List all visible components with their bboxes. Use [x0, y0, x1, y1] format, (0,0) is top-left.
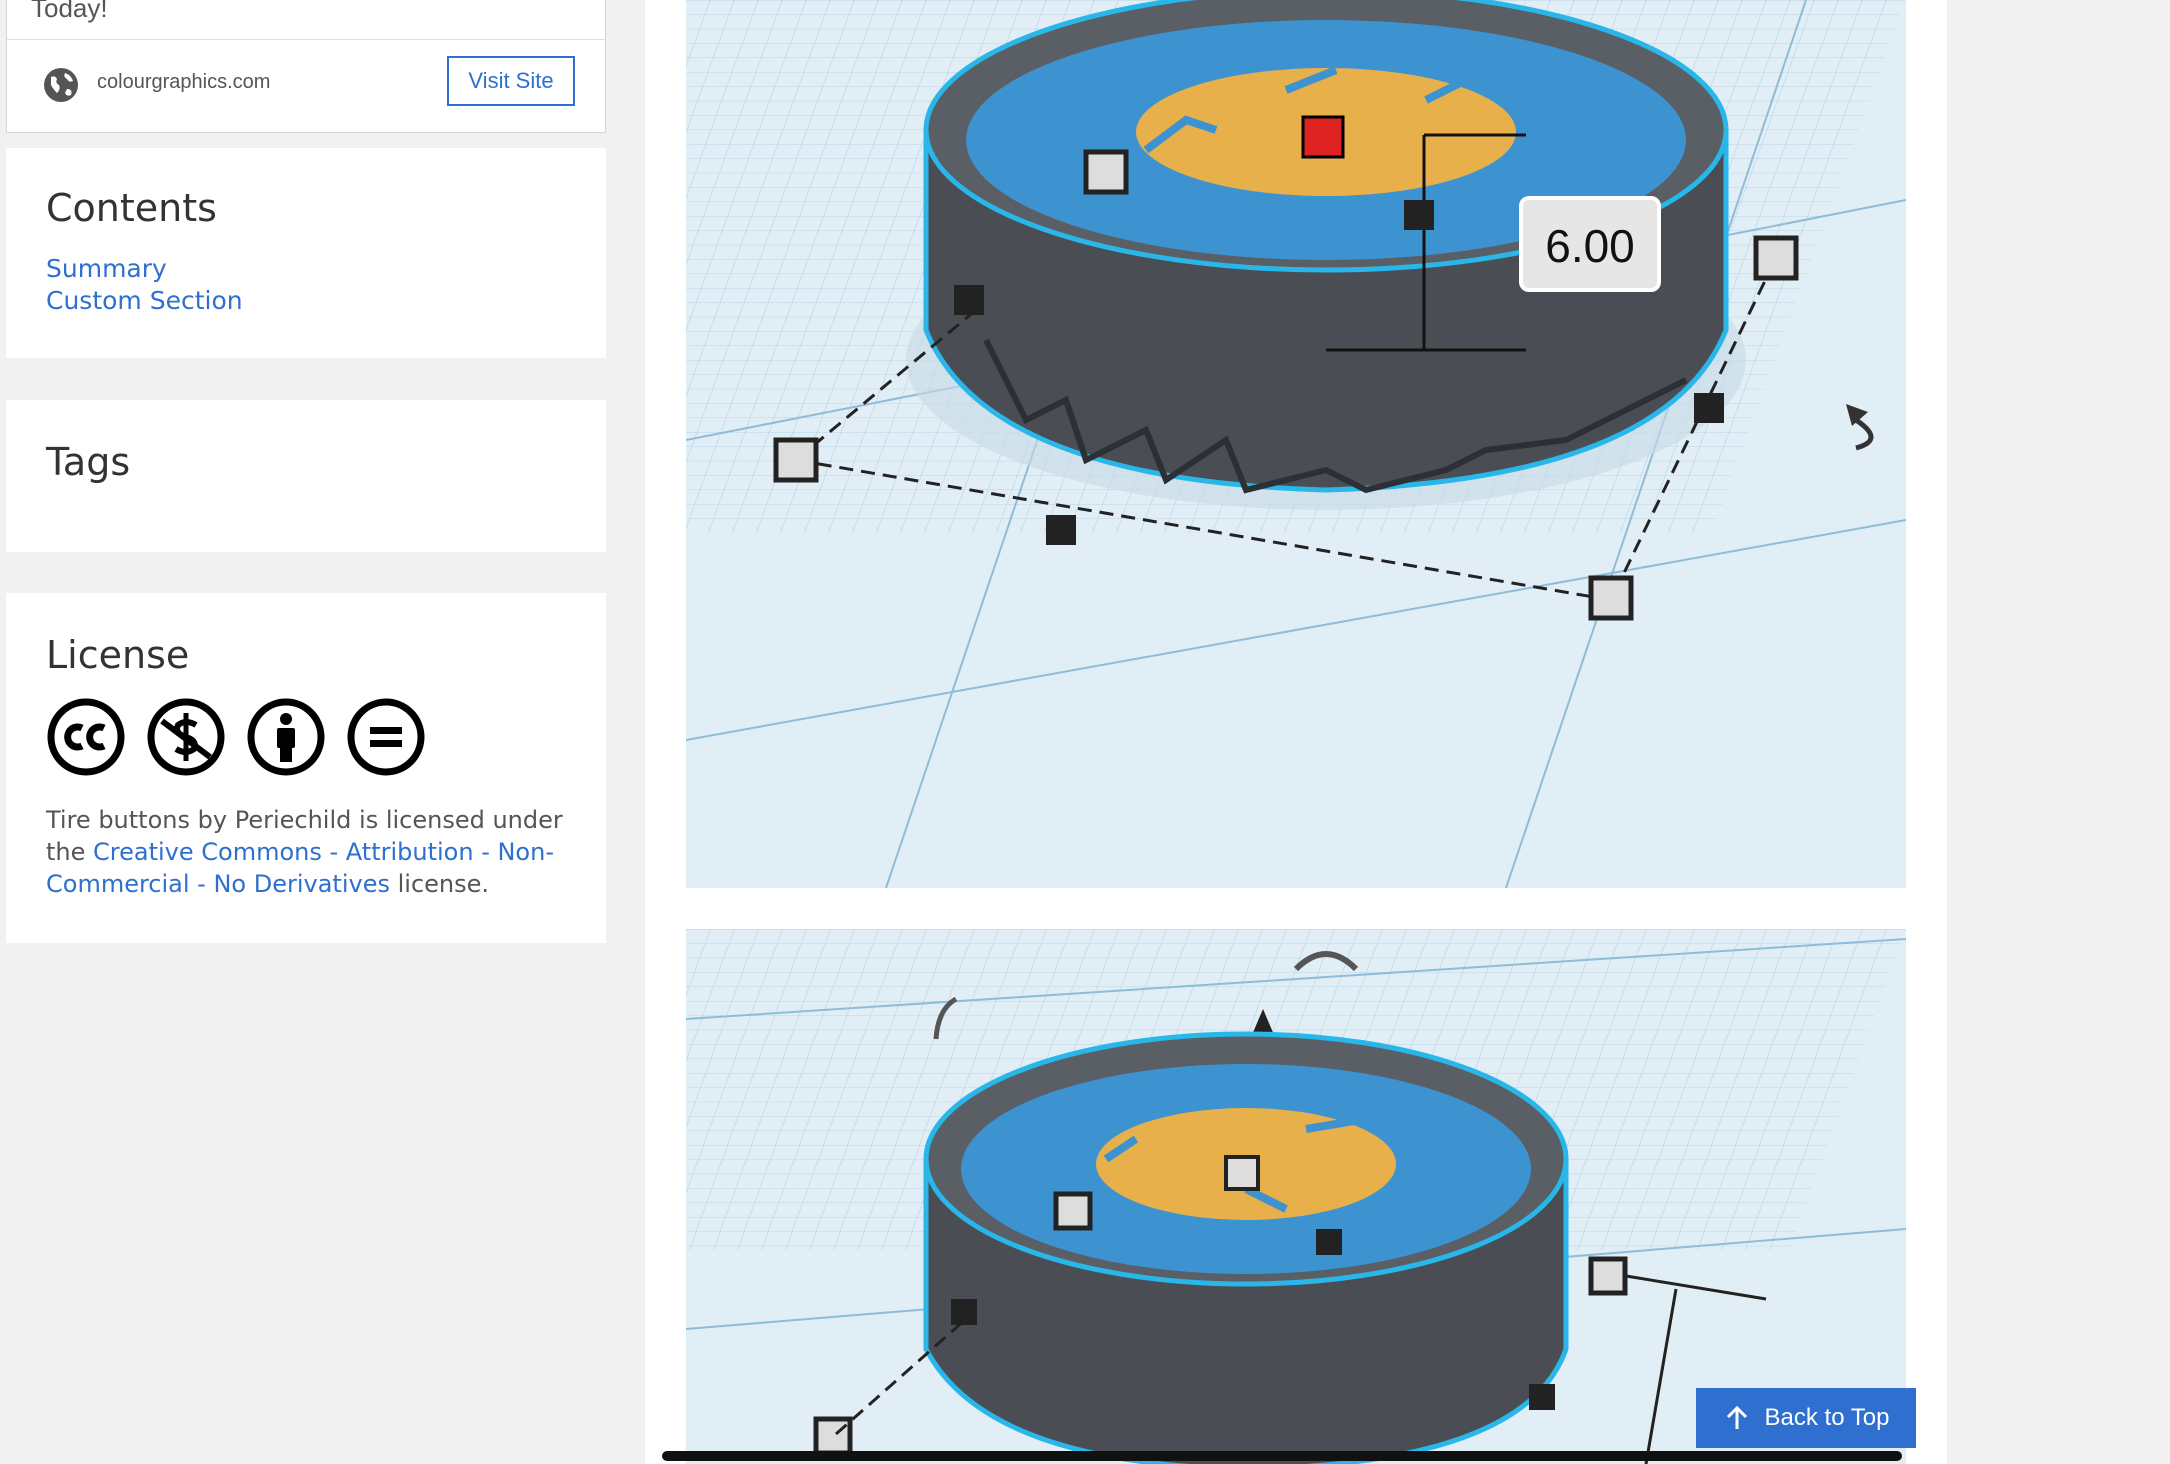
sponsor-card: Today! colourgraphics.com Visit Site: [6, 0, 606, 133]
horizontal-scrollbar[interactable]: [662, 1451, 1902, 1461]
sponsor-text: Today!: [31, 0, 108, 23]
non-commercial-icon: [147, 698, 225, 776]
tire-model-image-2: [686, 929, 1906, 1464]
by-text: by: [197, 806, 228, 834]
arrow-up-icon: [1726, 1405, 1747, 1429]
author-name: Periechild: [234, 806, 352, 834]
visit-site-button[interactable]: Visit Site: [447, 56, 575, 106]
back-to-top-label: Back to Top: [1764, 1404, 1890, 1431]
tinkercad-screenshot-bottom[interactable]: [686, 929, 1906, 1464]
license-icons: [46, 697, 426, 777]
attribution-icon: [247, 698, 325, 776]
tags-title: Tags: [46, 440, 131, 484]
toc-link-summary[interactable]: Summary: [46, 254, 167, 283]
cc-icon: [47, 698, 125, 776]
no-derivatives-icon: [347, 698, 425, 776]
sponsor-domain[interactable]: colourgraphics.com: [97, 71, 270, 94]
back-to-top-button[interactable]: Back to Top: [1696, 1388, 1916, 1448]
tire-model-image: 6.00: [686, 0, 1906, 888]
tags-card: Tags: [6, 400, 606, 552]
license-end-text: license.: [397, 870, 490, 898]
divider: [7, 39, 605, 40]
contents-title: Contents: [46, 186, 217, 230]
main-content: 6.00: [645, 0, 1947, 1464]
tinkercad-screenshot-top[interactable]: 6.00: [686, 0, 1906, 888]
dimension-label[interactable]: 6.00: [1545, 220, 1635, 272]
license-title: License: [46, 633, 190, 677]
license-text: Tire buttons by Periechild is licensed u…: [46, 804, 586, 900]
license-card: License Tire buttons by Periechild is li…: [6, 593, 606, 943]
thing-name: Tire buttons: [46, 806, 190, 834]
toc-link-custom-section[interactable]: Custom Section: [46, 286, 243, 315]
globe-icon: [44, 68, 78, 102]
contents-card: Contents Summary Custom Section: [6, 148, 606, 358]
